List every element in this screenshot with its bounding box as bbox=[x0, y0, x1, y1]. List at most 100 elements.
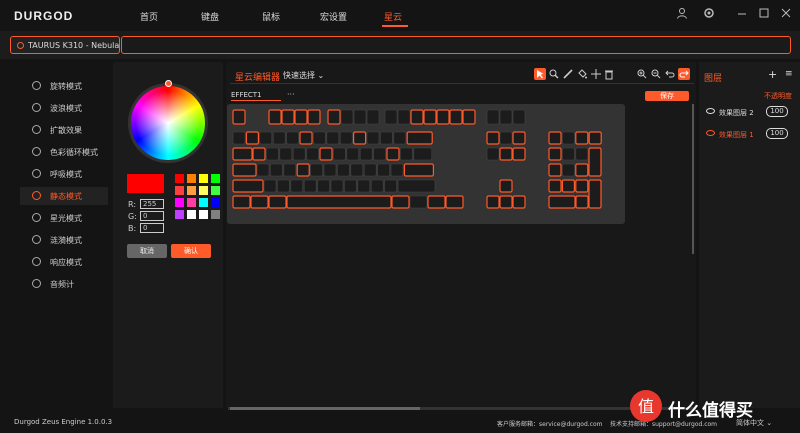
keyboard-key[interactable] bbox=[548, 147, 562, 161]
keyboard-keys[interactable] bbox=[227, 104, 625, 224]
keyboard-key[interactable] bbox=[277, 179, 290, 193]
layer-opacity-input[interactable]: 100 bbox=[766, 128, 788, 139]
color-swatch[interactable] bbox=[175, 210, 184, 219]
keyboard-key[interactable] bbox=[326, 131, 340, 145]
search-icon[interactable] bbox=[548, 68, 560, 80]
keyboard-key[interactable] bbox=[359, 147, 373, 161]
menu-item-starlight[interactable]: 星光模式 bbox=[20, 209, 108, 227]
menu-item-static[interactable]: 静态模式 bbox=[20, 187, 108, 205]
bucket-icon[interactable] bbox=[576, 68, 588, 80]
keyboard-key[interactable] bbox=[370, 179, 384, 193]
keyboard-key[interactable] bbox=[252, 147, 266, 161]
keyboard-key[interactable] bbox=[346, 147, 360, 161]
keyboard-key[interactable] bbox=[410, 109, 424, 125]
color-swatch[interactable] bbox=[199, 198, 208, 207]
keyboard-key[interactable] bbox=[268, 109, 282, 125]
keyboard-key[interactable] bbox=[286, 131, 299, 145]
keyboard-key[interactable] bbox=[279, 147, 293, 161]
menu-item-color-cycle[interactable]: 色彩循环模式 bbox=[20, 143, 108, 161]
eye-icon[interactable] bbox=[706, 108, 715, 114]
pointer-icon[interactable] bbox=[534, 68, 546, 80]
keyboard-key[interactable] bbox=[344, 179, 357, 193]
trash-icon[interactable] bbox=[603, 68, 615, 80]
keyboard-key[interactable] bbox=[548, 163, 562, 177]
layer-opacity-input[interactable]: 100 bbox=[766, 106, 788, 117]
keyboard-key[interactable] bbox=[436, 109, 450, 125]
keyboard-key[interactable] bbox=[486, 195, 500, 209]
color-wheel[interactable] bbox=[128, 83, 208, 163]
keyboard-key[interactable] bbox=[390, 163, 404, 177]
keyboard-key[interactable] bbox=[397, 179, 436, 193]
keyboard-key[interactable] bbox=[427, 195, 446, 209]
menu-item-breathing[interactable]: 呼吸模式 bbox=[20, 165, 108, 183]
more-options-button[interactable]: ··· bbox=[287, 90, 295, 99]
keyboard-key[interactable] bbox=[313, 131, 326, 145]
keyboard-key[interactable] bbox=[232, 147, 253, 161]
keyboard-key[interactable] bbox=[588, 179, 602, 209]
keyboard-key[interactable] bbox=[377, 163, 390, 177]
color-swatch[interactable] bbox=[211, 186, 220, 195]
nav-mouse[interactable]: 鼠标 bbox=[262, 10, 280, 23]
keyboard-key[interactable] bbox=[337, 163, 350, 177]
eye-icon[interactable] bbox=[706, 130, 715, 136]
keyboard-key[interactable] bbox=[400, 147, 413, 161]
keyboard-key[interactable] bbox=[575, 179, 589, 193]
keyboard-key[interactable] bbox=[562, 131, 575, 145]
keyboard-key[interactable] bbox=[259, 131, 273, 145]
keyboard-key[interactable] bbox=[562, 147, 575, 161]
keyboard-key[interactable] bbox=[499, 179, 513, 193]
keyboard-key[interactable] bbox=[386, 147, 400, 161]
nav-macro[interactable]: 宏设置 bbox=[320, 10, 347, 23]
keyboard-key[interactable] bbox=[403, 163, 434, 177]
color-wheel-handle[interactable] bbox=[165, 80, 172, 87]
keyboard-key[interactable] bbox=[486, 131, 500, 145]
keyboard-key[interactable] bbox=[548, 179, 562, 193]
keyboard-key[interactable] bbox=[263, 179, 277, 193]
keyboard-key[interactable] bbox=[352, 131, 367, 145]
color-swatch[interactable] bbox=[211, 210, 220, 219]
color-swatch[interactable] bbox=[187, 210, 196, 219]
keyboard-key[interactable] bbox=[393, 131, 407, 145]
keyboard-key[interactable] bbox=[357, 179, 371, 193]
keyboard-key[interactable] bbox=[561, 179, 575, 193]
maximize-icon[interactable] bbox=[757, 7, 771, 21]
save-button[interactable]: 保存 bbox=[645, 91, 689, 101]
redo-icon[interactable] bbox=[678, 68, 690, 80]
keyboard-key[interactable] bbox=[319, 147, 333, 161]
keyboard-key[interactable] bbox=[306, 147, 319, 161]
keyboard-key[interactable] bbox=[562, 163, 575, 177]
keyboard-key[interactable] bbox=[380, 131, 393, 145]
keyboard-key[interactable] bbox=[423, 109, 437, 125]
keyboard-key[interactable] bbox=[462, 109, 476, 125]
keyboard-key[interactable] bbox=[548, 195, 576, 209]
nav-home[interactable]: 首页 bbox=[140, 10, 158, 23]
keyboard-key[interactable] bbox=[232, 195, 251, 209]
layer-menu-icon[interactable]: ≡ bbox=[785, 69, 793, 79]
color-swatch[interactable] bbox=[199, 174, 208, 183]
keyboard-key[interactable] bbox=[575, 195, 589, 209]
device-tab-strip[interactable] bbox=[121, 36, 791, 54]
keyboard-key[interactable] bbox=[317, 179, 330, 193]
keyboard-key[interactable] bbox=[499, 147, 513, 161]
b-input[interactable]: 0 bbox=[140, 223, 164, 233]
zoom-in-icon[interactable] bbox=[636, 68, 648, 80]
add-layer-icon[interactable]: + bbox=[768, 68, 777, 81]
keyboard-key[interactable] bbox=[330, 179, 344, 193]
keyboard-key[interactable] bbox=[268, 195, 287, 209]
keyboard-key[interactable] bbox=[575, 131, 589, 145]
keyboard-key[interactable] bbox=[299, 131, 313, 145]
keyboard-key[interactable] bbox=[409, 195, 428, 209]
keyboard-key[interactable] bbox=[548, 131, 562, 145]
layer-item[interactable]: 效果图层 2 100 bbox=[702, 105, 794, 121]
keyboard-key[interactable] bbox=[294, 109, 308, 125]
settings-icon[interactable] bbox=[702, 7, 716, 21]
keyboard-key[interactable] bbox=[384, 109, 398, 125]
undo-icon[interactable] bbox=[664, 68, 676, 80]
menu-item-spread[interactable]: 扩散效果 bbox=[20, 121, 108, 139]
keyboard-key[interactable] bbox=[512, 131, 526, 145]
keyboard-key[interactable] bbox=[232, 131, 246, 145]
color-swatch[interactable] bbox=[175, 198, 184, 207]
keyboard-key[interactable] bbox=[232, 163, 257, 177]
layer-item[interactable]: 效果图层 1 100 bbox=[702, 127, 794, 143]
color-swatch[interactable] bbox=[187, 198, 196, 207]
